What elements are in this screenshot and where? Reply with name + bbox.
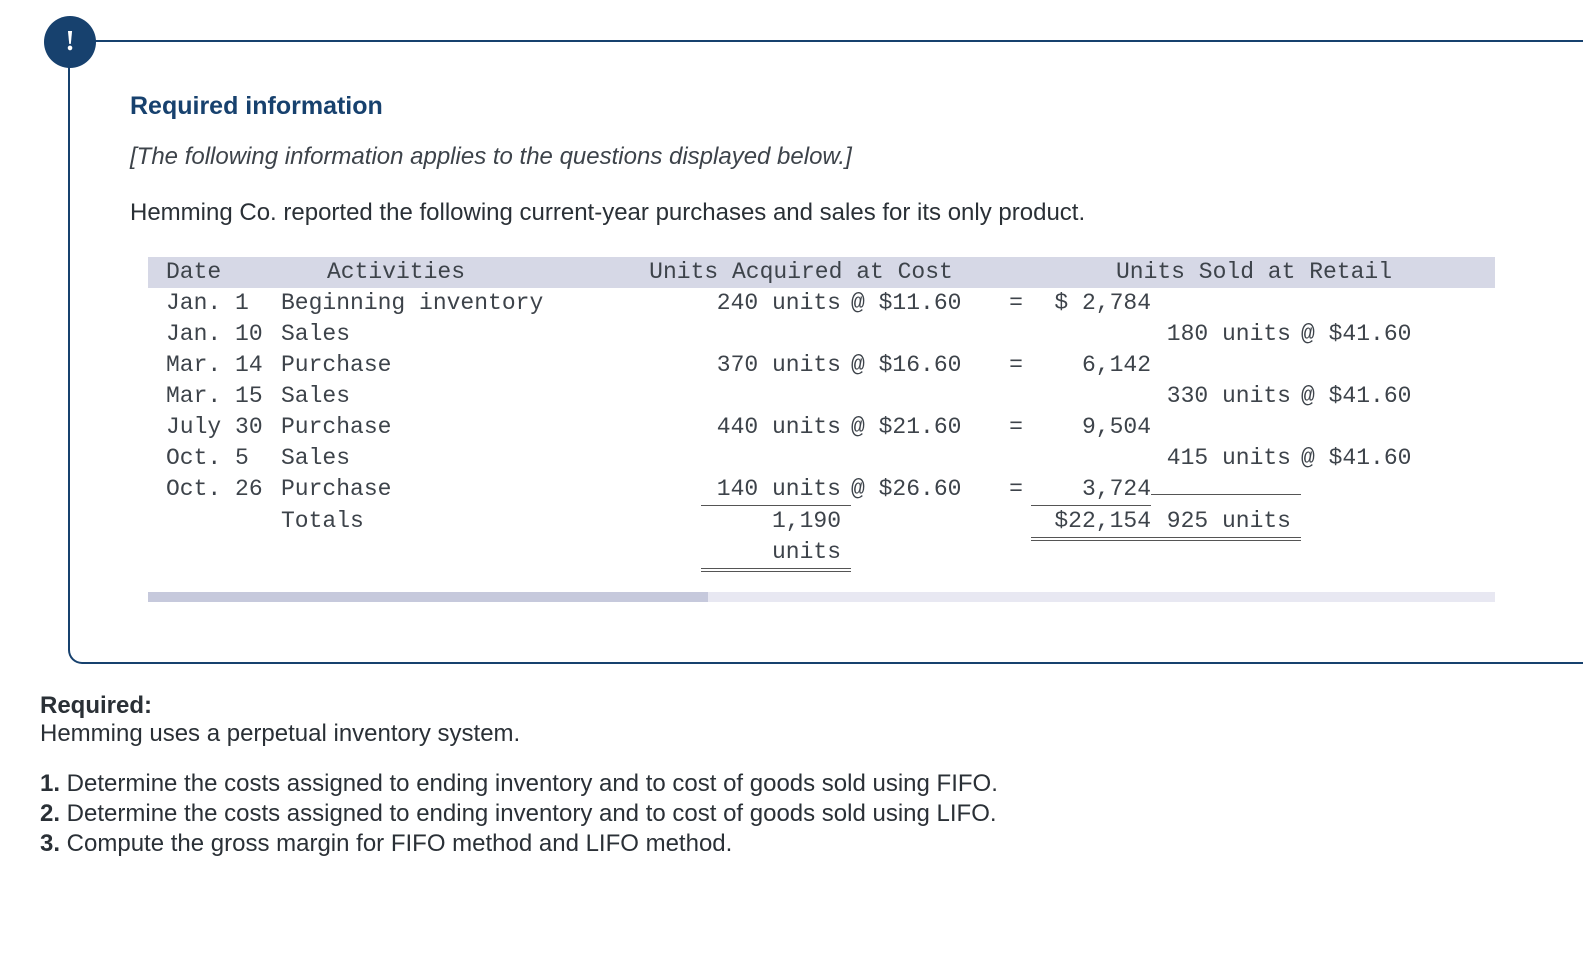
- item-text: Compute the gross margin for FIFO method…: [60, 830, 732, 857]
- table-header: Date Activities Units Acquired at Cost U…: [148, 257, 1495, 288]
- required-item: 2. Determine the costs assigned to endin…: [40, 800, 1543, 828]
- item-text: Determine the costs assigned to ending i…: [60, 770, 998, 797]
- alert-icon: !: [44, 16, 96, 68]
- cell-sold-price: @ $41.60: [1301, 381, 1441, 412]
- cell-date: Jan. 10: [166, 319, 281, 350]
- totals-sold: 925 units: [1151, 506, 1301, 541]
- cell-units: 370 units: [701, 350, 851, 381]
- intro-text: Hemming Co. reported the following curre…: [130, 199, 1513, 227]
- cell-unit-price: @ $21.60: [851, 412, 1001, 443]
- cell-activity: Sales: [281, 381, 701, 412]
- cell-units: 440 units: [701, 412, 851, 443]
- cell-sold-units: 330 units: [1151, 381, 1301, 412]
- col-activities: Activities: [281, 257, 511, 288]
- table-row: Mar. 15 Sales 330 units @ $41.60: [148, 381, 1495, 412]
- cell-units: 140 units: [701, 474, 851, 506]
- cell-activity: Sales: [281, 319, 701, 350]
- cell-date: Mar. 15: [166, 381, 281, 412]
- table-row: July 30 Purchase 440 units @ $21.60 = 9,…: [148, 412, 1495, 443]
- cell-cost: $ 2,784: [1031, 288, 1151, 319]
- applies-note: [The following information applies to th…: [130, 143, 1513, 171]
- item-number: 2.: [40, 800, 60, 827]
- totals-cost: $22,154: [1031, 506, 1151, 541]
- cell-sold-units: 415 units: [1151, 443, 1301, 474]
- totals-label: Totals: [281, 506, 701, 537]
- required-item: 3. Compute the gross margin for FIFO met…: [40, 830, 1543, 858]
- table-row: Jan. 1 Beginning inventory 240 units @ $…: [148, 288, 1495, 319]
- table-row: Jan. 10 Sales 180 units @ $41.60: [148, 319, 1495, 350]
- cell-equals: =: [1001, 412, 1031, 443]
- cell-date: Oct. 26: [166, 474, 281, 505]
- required-title: Required:: [40, 692, 152, 719]
- cell-equals: =: [1001, 474, 1031, 505]
- col-date: Date: [166, 257, 281, 288]
- cell-units: 240 units: [701, 288, 851, 319]
- col-acquired: Units Acquired at Cost: [571, 257, 1031, 288]
- required-intro: Hemming uses a perpetual inventory syste…: [40, 720, 1543, 748]
- cell-equals: =: [1001, 288, 1031, 319]
- table-row: Mar. 14 Purchase 370 units @ $16.60 = 6,…: [148, 350, 1495, 381]
- item-number: 1.: [40, 770, 60, 797]
- cell-unit-price: @ $11.60: [851, 288, 1001, 319]
- cell-cost: 6,142: [1031, 350, 1151, 381]
- cell-unit-price: @ $16.60: [851, 350, 1001, 381]
- cell-date: Mar. 14: [166, 350, 281, 381]
- inventory-table: Date Activities Units Acquired at Cost U…: [148, 257, 1495, 572]
- cell-sold-price: @ $41.60: [1301, 319, 1441, 350]
- cell-activity: Purchase: [281, 412, 701, 443]
- cell-equals: =: [1001, 350, 1031, 381]
- table-row: Oct. 5 Sales 415 units @ $41.60: [148, 443, 1495, 474]
- item-text: Determine the costs assigned to ending i…: [60, 800, 997, 827]
- col-sold: Units Sold at Retail: [1031, 257, 1477, 288]
- cell-activity: Purchase: [281, 350, 701, 381]
- required-block: Required: Hemming uses a perpetual inven…: [40, 692, 1543, 858]
- section-title: Required information: [130, 92, 1513, 121]
- info-box: ! Required information [The following in…: [68, 40, 1583, 664]
- cell-activity: Beginning inventory: [281, 288, 701, 319]
- cell-activity: Purchase: [281, 474, 701, 505]
- cell-date: Jan. 1: [166, 288, 281, 319]
- cell-sold-price: @ $41.60: [1301, 443, 1441, 474]
- cell-activity: Sales: [281, 443, 701, 474]
- cell-cost: 3,724: [1031, 474, 1151, 506]
- cell-sold-units: [1151, 494, 1301, 495]
- cell-unit-price: @ $26.60: [851, 474, 1001, 505]
- cell-date: Oct. 5: [166, 443, 281, 474]
- table-totals: Totals 1,190 units $22,154 925 units: [148, 506, 1495, 572]
- cell-date: July 30: [166, 412, 281, 443]
- totals-units: 1,190 units: [701, 506, 851, 572]
- cell-sold-units: 180 units: [1151, 319, 1301, 350]
- cell-cost: 9,504: [1031, 412, 1151, 443]
- required-item: 1. Determine the costs assigned to endin…: [40, 770, 1543, 798]
- scrollbar[interactable]: [148, 592, 1495, 602]
- table-row: Oct. 26 Purchase 140 units @ $26.60 = 3,…: [148, 474, 1495, 506]
- item-number: 3.: [40, 830, 60, 857]
